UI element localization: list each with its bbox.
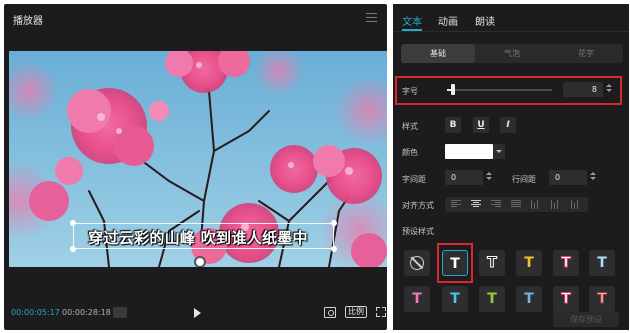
menu-icon[interactable] [366, 13, 377, 22]
grid-icon[interactable] [113, 307, 127, 318]
vertical-align-middle-icon[interactable] [551, 200, 561, 209]
preset-style-11[interactable]: T [589, 286, 615, 312]
font-size-slider-thumb[interactable] [451, 84, 455, 95]
tab-animation[interactable]: 动画 [438, 13, 458, 28]
align-center-icon[interactable] [471, 200, 481, 209]
bold-button[interactable]: B [445, 117, 461, 133]
fit-screen-icon[interactable] [324, 307, 336, 318]
preset-style-5[interactable]: T [589, 250, 615, 276]
align-buttons [445, 197, 588, 212]
align-label: 对齐方式 [402, 201, 434, 210]
color-swatch[interactable] [445, 144, 493, 159]
save-preset-button[interactable]: 保存预设 [553, 312, 619, 327]
preset-style-4[interactable]: T [553, 250, 579, 276]
total-time: 00:00:28:18 [62, 308, 111, 317]
player-panel: 播放器 穿过云彩的山峰 吹到谁人纸墨中 00:00:05:17 00:00:28… [4, 4, 387, 330]
preset-style-6[interactable]: T [404, 286, 430, 312]
font-size-input[interactable]: 8 [563, 82, 603, 97]
rotate-handle[interactable] [194, 256, 206, 267]
preset-none[interactable] [404, 250, 430, 276]
subtab-bubble[interactable]: 气泡 [475, 44, 549, 63]
font-size-slider-track[interactable] [447, 89, 552, 91]
align-left-icon[interactable] [451, 200, 461, 209]
resize-handle[interactable] [331, 220, 337, 226]
preset-style-10[interactable]: T [553, 286, 579, 312]
player-controls: 00:00:05:17 00:00:28:18 比例 [4, 302, 387, 328]
chevron-down-icon [496, 150, 502, 153]
font-size-stepper[interactable] [605, 82, 613, 97]
text-properties-panel: 文本 动画 朗读 基础 气泡 花字 字号 8 样式 B U I 颜色 字间距 0… [393, 4, 629, 330]
preset-style-9[interactable]: T [516, 286, 542, 312]
preset-style-2[interactable]: T [479, 250, 505, 276]
letter-spacing-label: 字间距 [402, 175, 426, 184]
line-spacing-value: 0 [555, 173, 561, 182]
underline-button[interactable]: U [473, 117, 489, 133]
preset-style-1[interactable]: T [442, 250, 468, 276]
italic-button[interactable]: I [500, 117, 516, 133]
player-title: 播放器 [13, 16, 43, 27]
align-right-icon[interactable] [491, 200, 501, 209]
vertical-align-top-icon[interactable] [531, 200, 541, 209]
tab-active-indicator [402, 29, 422, 31]
color-label: 颜色 [402, 148, 418, 157]
color-dropdown[interactable] [493, 144, 505, 159]
presets-label: 预设样式 [402, 227, 434, 236]
letter-spacing-stepper[interactable] [485, 170, 493, 185]
font-size-label: 字号 [402, 87, 418, 96]
letter-spacing-value: 0 [451, 173, 457, 182]
no-style-icon [410, 256, 424, 270]
fullscreen-icon[interactable] [376, 307, 386, 317]
preset-style-3[interactable]: T [516, 250, 542, 276]
tab-text[interactable]: 文本 [402, 13, 422, 28]
video-preview[interactable]: 穿过云彩的山峰 吹到谁人纸墨中 [9, 51, 387, 267]
align-justify-icon[interactable] [511, 200, 521, 209]
font-size-value: 8 [591, 85, 597, 94]
tab-read-aloud[interactable]: 朗读 [475, 13, 495, 28]
panel-tabs: 文本 动画 朗读 [393, 4, 629, 32]
subtab-basic[interactable]: 基础 [401, 44, 475, 63]
resize-handle[interactable] [70, 220, 76, 226]
play-icon[interactable] [194, 308, 201, 318]
player-header: 播放器 [4, 4, 387, 32]
preset-style-7[interactable]: T [442, 286, 468, 312]
ratio-button[interactable]: 比例 [345, 306, 367, 318]
subtitle-text[interactable]: 穿过云彩的山峰 吹到谁人纸墨中 [9, 227, 387, 248]
line-spacing-stepper[interactable] [589, 170, 597, 185]
letter-spacing-input[interactable]: 0 [445, 170, 483, 185]
style-label: 样式 [402, 122, 418, 131]
current-time: 00:00:05:17 [11, 308, 60, 317]
subtab-fancy-text[interactable]: 花字 [549, 44, 623, 63]
line-spacing-input[interactable]: 0 [549, 170, 587, 185]
subtabs: 基础 气泡 花字 [401, 44, 623, 63]
preset-style-8[interactable]: T [479, 286, 505, 312]
vertical-align-bottom-icon[interactable] [571, 200, 581, 209]
line-spacing-label: 行间距 [512, 175, 536, 184]
